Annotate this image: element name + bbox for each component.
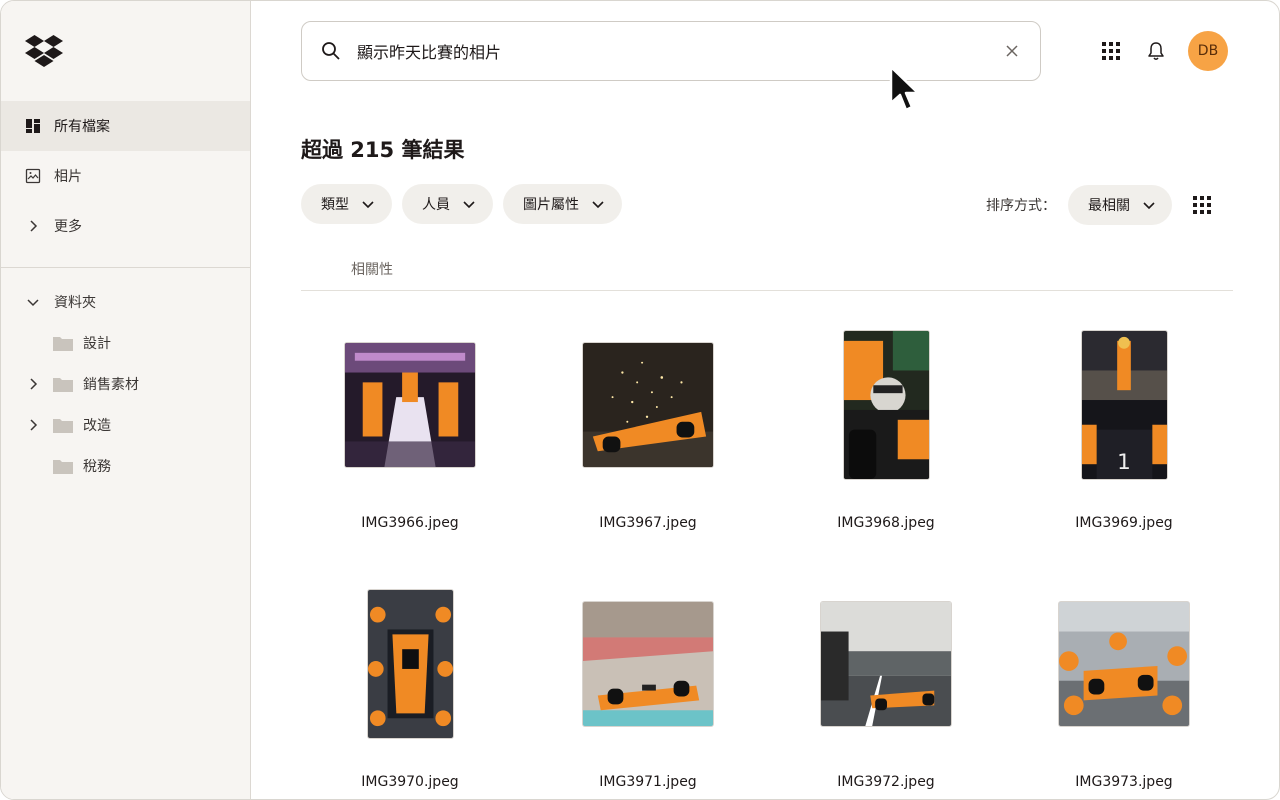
avatar[interactable]: DB	[1188, 31, 1228, 71]
main-content: DB 超過 215 筆結果 類型 人員 圖片屬性 排序方式： 最相關	[251, 1, 1279, 799]
sidebar-item-label: 更多	[54, 219, 82, 235]
photo-thumbnail	[1058, 601, 1190, 727]
close-icon[interactable]	[1000, 39, 1024, 63]
file-name: IMG3970.jpeg	[361, 774, 459, 790]
file-name: IMG3968.jpeg	[837, 515, 935, 531]
sort-dropdown[interactable]: 最相關	[1068, 185, 1172, 225]
chevron-down-icon	[462, 197, 476, 211]
bell-icon[interactable]	[1144, 39, 1168, 63]
sidebar: 所有檔案 相片 更多 資料夾 設計 銷售素材 改造 稅務	[1, 1, 251, 799]
chevron-right-icon[interactable]	[19, 417, 47, 433]
sort-value: 最相關	[1088, 198, 1130, 214]
divider	[301, 290, 1233, 291]
sort-controls: 排序方式： 最相關	[986, 185, 1212, 225]
page-title: 超過 215 筆結果	[301, 138, 465, 162]
chevron-down-icon	[25, 294, 41, 310]
app-window: 所有檔案 相片 更多 資料夾 設計 銷售素材 改造 稅務 顯示昨天比賽的相片 D…	[0, 0, 1280, 800]
file-tile[interactable]: IMG3971.jpeg	[539, 560, 757, 799]
folder-label: 改造	[83, 417, 111, 434]
filter-label: 圖片屬性	[523, 197, 579, 213]
sidebar-item-all-files[interactable]: 所有檔案	[1, 101, 250, 151]
photo-thumbnail	[820, 601, 952, 727]
file-name: IMG3969.jpeg	[1075, 515, 1173, 531]
photo-thumbnail	[367, 589, 454, 739]
sort-label: 排序方式：	[986, 198, 1056, 214]
folder-item-tax[interactable]: 稅務	[1, 445, 250, 486]
folder-item-design[interactable]: 設計	[1, 322, 250, 363]
filter-label: 人員	[422, 197, 450, 213]
search-icon	[321, 41, 341, 61]
photo-thumbnail	[582, 601, 714, 727]
file-tile[interactable]: IMG3973.jpeg	[1015, 560, 1233, 799]
column-header-relevance[interactable]: 相關性	[351, 259, 393, 279]
file-tile[interactable]: IMG3966.jpeg	[301, 301, 519, 541]
filter-type[interactable]: 類型	[301, 184, 392, 224]
results-grid: IMG3966.jpeg IMG3967.jpeg IMG3968.jpeg 1…	[301, 301, 1251, 799]
filter-chips: 類型 人員 圖片屬性	[301, 184, 632, 224]
folder-icon	[53, 459, 73, 474]
photo-thumbnail	[582, 342, 714, 468]
sidebar-item-photos[interactable]: 相片	[1, 151, 250, 201]
file-name: IMG3971.jpeg	[599, 774, 697, 790]
folder-icon	[53, 336, 73, 351]
file-tile[interactable]: IMG3968.jpeg	[777, 301, 995, 541]
chevron-right-icon[interactable]	[19, 376, 47, 392]
dropbox-logo[interactable]	[25, 35, 63, 67]
folders-header-label: 資料夾	[54, 295, 96, 311]
folder-icon	[53, 418, 73, 433]
folder-label: 銷售素材	[83, 376, 139, 393]
photo-thumbnail	[843, 330, 930, 480]
apps-grid-icon[interactable]	[1099, 39, 1123, 63]
file-name: IMG3966.jpeg	[361, 515, 459, 531]
folder-item-sales[interactable]: 銷售素材	[1, 363, 250, 404]
all-files-icon	[25, 118, 41, 134]
sidebar-item-label: 所有檔案	[54, 119, 110, 135]
file-tile[interactable]: IMG3967.jpeg	[539, 301, 757, 541]
grid-view-icon[interactable]	[1192, 195, 1212, 215]
sidebar-divider	[1, 267, 250, 268]
filter-image-properties[interactable]: 圖片屬性	[503, 184, 622, 224]
filter-label: 類型	[321, 197, 349, 213]
filter-people[interactable]: 人員	[402, 184, 493, 224]
folders-header[interactable]: 資料夾	[1, 282, 250, 322]
photo-thumbnail: 1	[1081, 330, 1168, 480]
sidebar-item-label: 相片	[54, 169, 82, 185]
file-tile[interactable]: IMG3970.jpeg	[301, 560, 519, 799]
chevron-right-icon	[25, 218, 41, 234]
folder-icon	[53, 377, 73, 392]
file-tile[interactable]: 1 IMG3969.jpeg	[1015, 301, 1233, 541]
chevron-down-icon	[591, 197, 605, 211]
photos-icon	[25, 168, 41, 184]
folder-label: 稅務	[83, 458, 111, 475]
folder-item-renovation[interactable]: 改造	[1, 404, 250, 445]
file-tile[interactable]: IMG3972.jpeg	[777, 560, 995, 799]
sidebar-item-more[interactable]: 更多	[1, 201, 250, 251]
folders-section: 資料夾 設計 銷售素材 改造 稅務	[1, 282, 250, 486]
search-bar[interactable]	[301, 21, 1041, 81]
file-name: IMG3967.jpeg	[599, 515, 697, 531]
file-name: IMG3973.jpeg	[1075, 774, 1173, 790]
sidebar-nav: 所有檔案 相片 更多	[1, 101, 250, 251]
chevron-down-icon	[361, 197, 375, 211]
photo-thumbnail	[344, 342, 476, 468]
folder-label: 設計	[83, 335, 111, 352]
svg-text:1: 1	[1117, 450, 1131, 475]
file-name: IMG3972.jpeg	[837, 774, 935, 790]
header-actions: DB	[1099, 31, 1228, 71]
chevron-down-icon	[1142, 198, 1156, 212]
search-input[interactable]	[357, 31, 1000, 71]
